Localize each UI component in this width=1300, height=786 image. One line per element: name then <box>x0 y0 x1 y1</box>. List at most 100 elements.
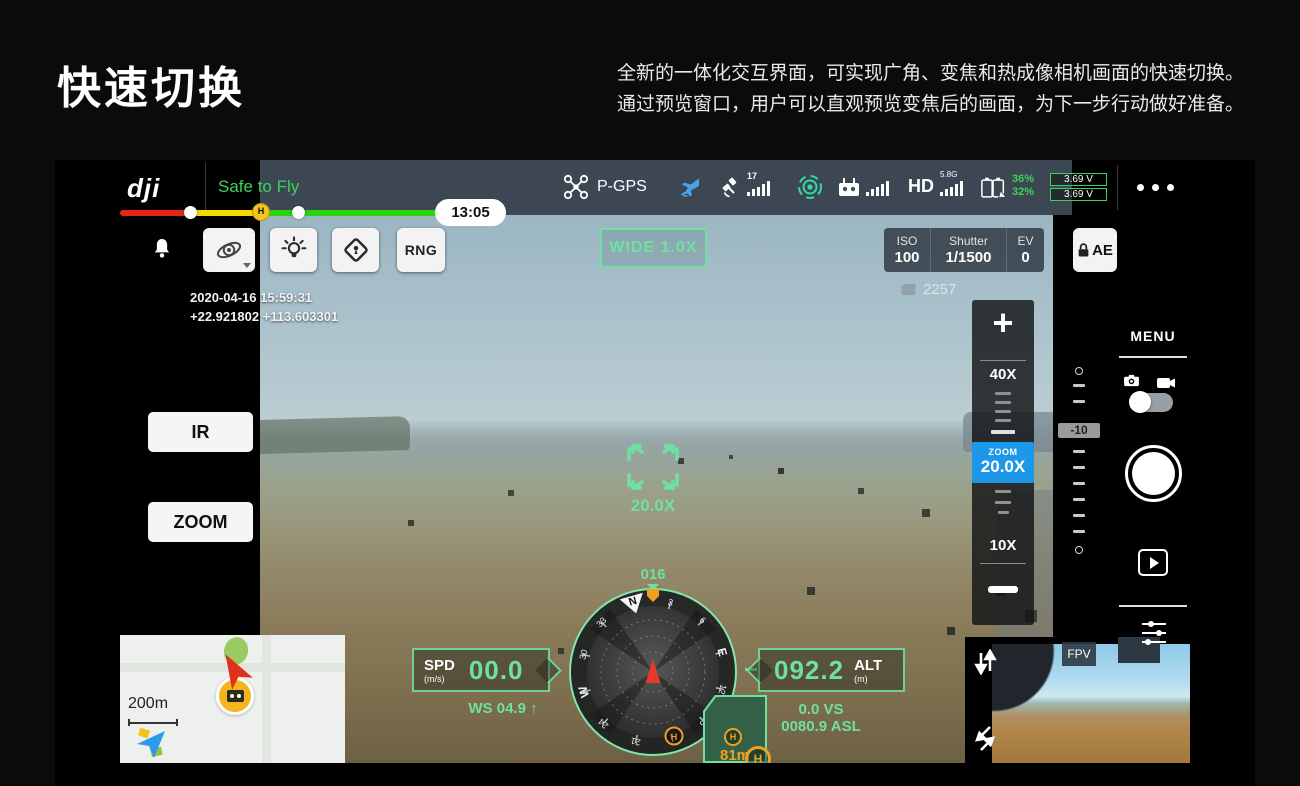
slider-tick <box>995 490 1011 493</box>
slider-tick <box>998 511 1009 514</box>
ev-readout: EV 0 <box>1006 228 1044 272</box>
shutter-label: Shutter <box>949 234 988 248</box>
altitude-panel: 092.2 ALT (m) <box>758 648 905 692</box>
adsb-plane-icon[interactable] <box>677 175 703 204</box>
hd-label[interactable]: HD <box>908 176 934 197</box>
slider-tick <box>995 392 1011 395</box>
battery-gauge-warning <box>190 210 260 216</box>
zoom-max-label: 40X <box>972 366 1034 383</box>
menu-button[interactable]: MENU <box>1115 328 1191 344</box>
home-point-icon: H <box>724 728 742 746</box>
speed-unit: (m/s) <box>424 674 455 684</box>
gimbal-scale-bottom <box>1075 546 1083 554</box>
divider <box>205 163 206 210</box>
ev-label: EV <box>1017 234 1033 248</box>
satellite-count: 17 <box>747 171 757 181</box>
ae-lock-button[interactable]: AE <box>1073 228 1117 272</box>
divider <box>1119 356 1187 358</box>
shoreline-left <box>260 416 410 454</box>
gimbal-tick <box>1073 400 1085 403</box>
wide-camera-indicator[interactable]: WIDE 1.0X <box>600 228 707 268</box>
zoom-label: ZOOM <box>972 447 1034 457</box>
ae-label: AE <box>1092 242 1113 259</box>
gimbal-tick <box>1073 466 1085 469</box>
sd-card-icon <box>900 283 917 296</box>
page-title: 快速切换 <box>57 52 245 116</box>
shutter-value: 1/1500 <box>946 249 992 266</box>
photo-video-toggle[interactable] <box>1131 393 1173 412</box>
dji-pilot-app: dji Safe to Fly P-GPS 17 <box>55 160 1255 786</box>
drone-position-arrow <box>215 649 253 696</box>
zoom-target-crosshair-icon <box>625 441 681 498</box>
swap-view-icon[interactable] <box>973 649 997 680</box>
battery2-percent: 32% <box>1012 186 1034 199</box>
remote-controller-icon[interactable] <box>836 177 862 203</box>
video-osd-overlay: 2020-04-16 15:59:31 +22.921802 +113.6033… <box>190 288 338 326</box>
current-zoom-button[interactable]: ZOOM 20.0X <box>972 442 1034 483</box>
altitude-unit: (m) <box>854 674 882 684</box>
beacon-icon[interactable] <box>796 173 824 206</box>
home-battery-marker: H <box>252 203 270 221</box>
zoom-in-button[interactable]: + <box>972 302 1034 344</box>
battery-percentages: 36% 32% <box>1012 173 1034 199</box>
iso-readout: ISO 100 <box>884 228 930 272</box>
zoom-camera-button[interactable]: ZOOM <box>148 502 253 542</box>
battery-voltages[interactable]: 3.69 V 3.69 V <box>1050 173 1107 203</box>
hd-signal-bars <box>940 181 963 196</box>
minimap[interactable]: 200m <box>120 635 345 763</box>
speed-value: 00.0 <box>469 655 524 686</box>
gimbal-tick <box>1073 384 1085 387</box>
iso-value: 100 <box>894 249 919 266</box>
zoom-value: 20.0X <box>972 457 1034 477</box>
gps-mode-label[interactable]: P-GPS <box>597 178 647 196</box>
gimbal-tick <box>1073 530 1085 533</box>
divider <box>980 360 1026 361</box>
fpv-preview-window[interactable]: FPV <box>965 637 1190 763</box>
altitude-label: ALT <box>854 657 882 674</box>
hd-band-label: 5.8G <box>940 170 957 179</box>
altitude-value: 092.2 <box>774 655 844 686</box>
waypoint-mission-button[interactable] <box>332 228 379 272</box>
current-zoom-indicator: 20.0X <box>621 496 685 516</box>
gimbal-tick <box>1073 498 1085 501</box>
iso-label: ISO <box>897 234 918 248</box>
playback-button[interactable] <box>1138 549 1168 576</box>
gimbal-mode-button[interactable] <box>203 228 255 272</box>
satellite-icon[interactable] <box>721 176 745 205</box>
vertical-speed-readout: 0.0 VS <box>773 701 869 718</box>
slider-handle[interactable] <box>991 430 1015 434</box>
gimbal-pitch-value: -10 <box>1058 423 1100 438</box>
dual-battery-icon[interactable] <box>980 175 1008 206</box>
rangefinder-button[interactable]: RNG <box>397 228 445 272</box>
toggle-knob <box>1129 391 1151 413</box>
drone-gps-icon[interactable] <box>563 174 589 205</box>
zoom-out-button[interactable] <box>988 586 1018 593</box>
ev-value: 0 <box>1021 249 1029 266</box>
fpv-label: FPV <box>1062 642 1096 666</box>
more-menu-button[interactable] <box>1137 184 1174 191</box>
chevron-down-icon <box>243 263 251 268</box>
lock-icon <box>1077 242 1090 258</box>
ir-camera-button[interactable]: IR <box>148 412 253 452</box>
rc-signal-bars <box>866 181 889 196</box>
shutter-button[interactable] <box>1125 445 1182 502</box>
wind-readout: WS 04.9 ↑ <box>453 700 553 717</box>
slider-tick <box>995 501 1011 504</box>
map-scale-label: 200m <box>128 695 168 713</box>
notification-bell-icon[interactable] <box>151 236 173 268</box>
osd-timestamp: 2020-04-16 15:59:31 <box>190 288 338 307</box>
exposure-panel[interactable]: ISO 100 Shutter 1/1500 EV 0 <box>884 228 1044 272</box>
speed-panel: SPD (m/s) 00.0 <box>412 648 550 692</box>
video-mode-icon <box>1156 376 1176 394</box>
asl-readout: 0080.9 ASL <box>773 718 869 735</box>
beacon-light-button[interactable] <box>270 228 317 272</box>
adjust-settings-icon[interactable] <box>1139 620 1169 651</box>
description-line-2: 通过预览窗口，用户可以直观预览变焦后的画面，为下一步行动做好准备。 <box>604 89 1244 120</box>
flight-status[interactable]: Safe to Fly <box>218 177 299 197</box>
photo-count: 2257 <box>923 281 956 298</box>
battery2-voltage: 3.69 V <box>1050 188 1107 201</box>
expand-view-icon[interactable] <box>972 723 1000 758</box>
map-road <box>262 635 271 763</box>
battery-threshold-marker <box>184 206 197 219</box>
dji-logo: dji <box>127 173 160 204</box>
